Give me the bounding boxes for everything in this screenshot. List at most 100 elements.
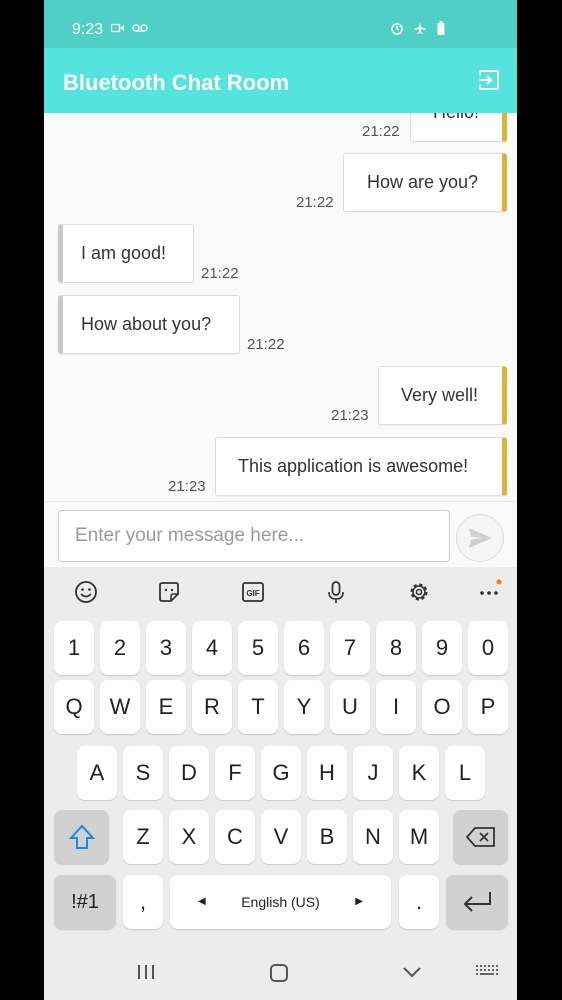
key-n[interactable]: N bbox=[353, 810, 393, 864]
key-y[interactable]: Y bbox=[284, 680, 324, 734]
emoji-icon[interactable] bbox=[73, 579, 99, 605]
space-left-arrow: ◀ bbox=[198, 896, 206, 907]
symbols-key[interactable]: !#1 bbox=[54, 875, 116, 929]
message-text: Very well! bbox=[401, 385, 479, 405]
message-text: How are you? bbox=[367, 172, 479, 192]
key-v[interactable]: V bbox=[261, 810, 301, 864]
message-bubble-outgoing: Very well! bbox=[378, 366, 507, 425]
message-text: This application is awesome! bbox=[238, 456, 469, 476]
message-bubble-incoming: How about you? bbox=[58, 295, 240, 354]
home-icon[interactable] bbox=[269, 963, 289, 983]
key-t[interactable]: T bbox=[238, 680, 278, 734]
app-bar: Bluetooth Chat Room bbox=[44, 48, 517, 113]
space-language-label: English (US) bbox=[241, 894, 320, 910]
voicemail-icon bbox=[132, 24, 148, 32]
svg-text:GIF: GIF bbox=[246, 589, 259, 598]
message-time: 21:22 bbox=[201, 265, 239, 282]
message-text: How about you? bbox=[81, 314, 212, 334]
key-x[interactable]: X bbox=[169, 810, 209, 864]
recents-icon[interactable] bbox=[136, 963, 158, 981]
shift-key[interactable] bbox=[54, 810, 109, 864]
status-bar: 9:23 bbox=[44, 0, 517, 48]
key-p[interactable]: P bbox=[468, 680, 508, 734]
key-h[interactable]: H bbox=[307, 746, 347, 800]
key-9[interactable]: 9 bbox=[422, 621, 462, 675]
back-icon[interactable] bbox=[401, 963, 423, 981]
key-d[interactable]: D bbox=[169, 746, 209, 800]
backspace-key[interactable] bbox=[453, 810, 508, 864]
key-f[interactable]: F bbox=[215, 746, 255, 800]
message-time: 21:23 bbox=[331, 407, 369, 424]
key-r[interactable]: R bbox=[192, 680, 232, 734]
composer-bar bbox=[44, 501, 517, 568]
key-b[interactable]: B bbox=[307, 810, 347, 864]
key-6[interactable]: 6 bbox=[284, 621, 324, 675]
key-u[interactable]: U bbox=[330, 680, 370, 734]
message-input-box bbox=[58, 510, 450, 562]
message-bubble-outgoing: How are you? bbox=[343, 153, 507, 212]
more-icon[interactable] bbox=[476, 579, 502, 605]
key-j[interactable]: J bbox=[353, 746, 393, 800]
key-c[interactable]: C bbox=[215, 810, 255, 864]
key-q[interactable]: Q bbox=[54, 680, 94, 734]
key-z[interactable]: Z bbox=[123, 810, 163, 864]
key-3[interactable]: 3 bbox=[146, 621, 186, 675]
key-0[interactable]: 0 bbox=[468, 621, 508, 675]
key-7[interactable]: 7 bbox=[330, 621, 370, 675]
keyboard-toolbar: GIF bbox=[44, 567, 517, 617]
key-i[interactable]: I bbox=[376, 680, 416, 734]
backspace-icon bbox=[465, 827, 495, 847]
sticker-icon[interactable] bbox=[156, 579, 182, 605]
app-title: Bluetooth Chat Room bbox=[63, 70, 290, 95]
comma-key[interactable]: , bbox=[123, 875, 163, 929]
message-bubble-outgoing: This application is awesome! bbox=[215, 437, 507, 496]
enter-icon bbox=[463, 892, 491, 912]
key-m[interactable]: M bbox=[399, 810, 439, 864]
message-text: Hello! bbox=[433, 113, 479, 123]
key-1[interactable]: 1 bbox=[54, 621, 94, 675]
key-5[interactable]: 5 bbox=[238, 621, 278, 675]
key-o[interactable]: O bbox=[422, 680, 462, 734]
battery-icon bbox=[437, 21, 445, 35]
message-time: 21:22 bbox=[296, 194, 334, 211]
shift-icon bbox=[68, 824, 95, 849]
key-2[interactable]: 2 bbox=[100, 621, 140, 675]
space-key[interactable]: ◀ English (US) ▶ bbox=[170, 875, 391, 929]
key-a[interactable]: A bbox=[77, 746, 117, 800]
message-input[interactable] bbox=[59, 511, 437, 561]
navigation-bar bbox=[44, 945, 517, 1000]
message-bubble-incoming: I am good! bbox=[58, 224, 194, 283]
message-time: 21:22 bbox=[247, 336, 285, 353]
key-k[interactable]: K bbox=[399, 746, 439, 800]
message-bubble-outgoing: Hello! bbox=[410, 113, 507, 142]
message-list[interactable]: Hello! 21:22 How are you? 21:22 I am goo… bbox=[44, 113, 517, 501]
key-e[interactable]: E bbox=[146, 680, 186, 734]
gif-icon[interactable]: GIF bbox=[240, 579, 266, 605]
key-s[interactable]: S bbox=[123, 746, 163, 800]
space-right-arrow: ▶ bbox=[355, 896, 363, 907]
key-w[interactable]: W bbox=[100, 680, 140, 734]
alarm-icon bbox=[391, 23, 403, 35]
message-text: I am good! bbox=[81, 243, 167, 263]
key-l[interactable]: L bbox=[445, 746, 485, 800]
period-key[interactable]: . bbox=[399, 875, 439, 929]
send-icon bbox=[469, 528, 492, 548]
message-time: 21:22 bbox=[362, 123, 400, 140]
phone-screen: 9:23 Bluetooth Chat Room Hello! 21:22 Ho… bbox=[44, 0, 517, 1000]
video-call-icon bbox=[110, 23, 124, 33]
mic-icon[interactable] bbox=[323, 579, 349, 605]
exit-icon[interactable] bbox=[477, 68, 501, 92]
on-screen-keyboard: GIF 1 2 3 4 5 6 7 8 9 0 Q W E R T Y U I … bbox=[44, 567, 517, 945]
status-time: 9:23 bbox=[72, 21, 104, 38]
key-4[interactable]: 4 bbox=[192, 621, 232, 675]
key-8[interactable]: 8 bbox=[376, 621, 416, 675]
settings-icon[interactable] bbox=[406, 579, 432, 605]
send-button[interactable] bbox=[456, 514, 504, 562]
enter-key[interactable] bbox=[446, 875, 508, 929]
message-time: 21:23 bbox=[168, 478, 206, 495]
status-right-icons bbox=[390, 21, 445, 38]
status-left-icons bbox=[110, 22, 148, 36]
keyboard-icon[interactable] bbox=[475, 963, 499, 979]
airplane-mode-icon bbox=[414, 22, 427, 34]
key-g[interactable]: G bbox=[261, 746, 301, 800]
